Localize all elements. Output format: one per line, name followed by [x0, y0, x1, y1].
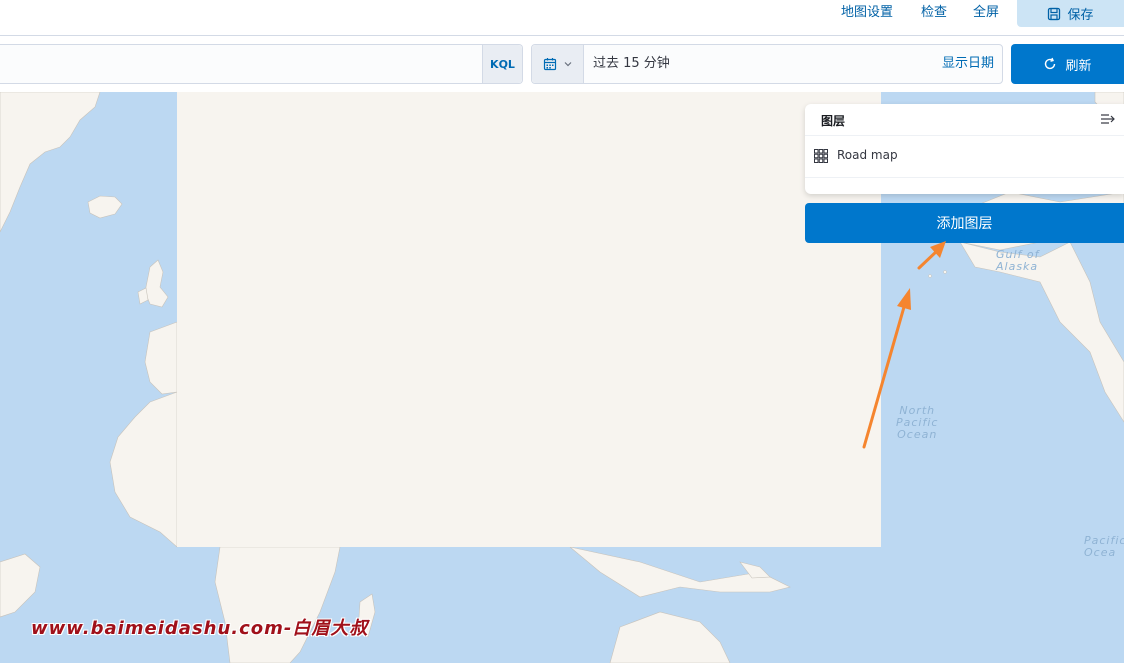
kql-button[interactable]: KQL — [482, 45, 522, 83]
date-picker: 过去 15 分钟 显示日期 — [531, 44, 1003, 84]
save-icon — [1048, 7, 1061, 20]
inspect-link[interactable]: 检查 — [921, 0, 947, 26]
fullscreen-link[interactable]: 全屏 — [973, 0, 999, 26]
layer-panel-header: 图层 — [805, 104, 1124, 136]
save-button[interactable]: 保存 — [1017, 0, 1124, 27]
collapse-panel-icon[interactable] — [1100, 112, 1116, 126]
map-tile-placeholder — [177, 92, 881, 547]
layer-control-panel: 图层 Road map — [805, 104, 1124, 194]
layer-item-label: Road map — [837, 148, 898, 162]
time-range-value[interactable]: 过去 15 分钟 — [593, 45, 670, 83]
add-layer-button[interactable]: 添加图层 — [805, 203, 1124, 243]
pacific-ocean-label: Pacific Ocea — [1084, 534, 1124, 559]
quick-select-button[interactable] — [532, 45, 584, 83]
layer-panel-title: 图层 — [821, 114, 846, 128]
search-field: KQL — [0, 44, 523, 84]
refresh-icon — [1045, 57, 1056, 70]
grid-icon — [814, 149, 828, 163]
chevron-down-icon — [564, 62, 571, 67]
refresh-label: 刷新 — [1065, 58, 1092, 74]
query-bar: KQL 过去 15 分钟 显示日期 刷新 — [0, 36, 1124, 92]
save-label: 保存 — [1067, 8, 1094, 23]
layer-item-road-map[interactable]: Road map — [805, 144, 1124, 178]
calendar-icon — [543, 58, 556, 71]
refresh-button[interactable]: 刷新 — [1011, 44, 1124, 84]
watermark-text: www.baimeidashu.com-白眉大叔 — [31, 618, 369, 639]
show-dates-link[interactable]: 显示日期 — [942, 45, 994, 83]
search-input[interactable] — [0, 45, 482, 83]
north-pacific-label: North Pacific Ocean — [896, 404, 939, 441]
top-nav: 地图设置 检查 全屏 保存 — [0, 0, 1124, 36]
gulf-of-alaska-label: Gulf of Alaska — [996, 248, 1040, 273]
map-settings-link[interactable]: 地图设置 — [841, 0, 893, 26]
